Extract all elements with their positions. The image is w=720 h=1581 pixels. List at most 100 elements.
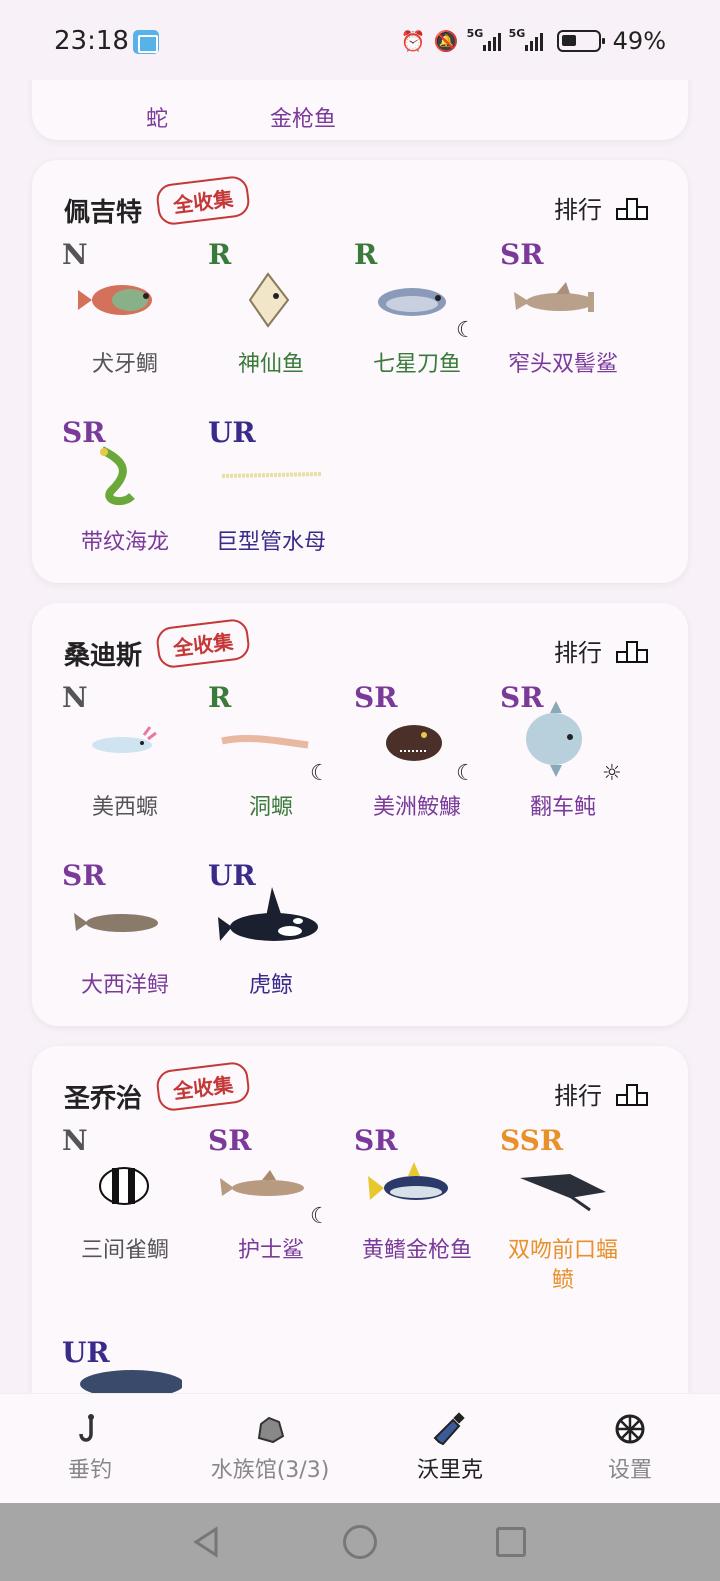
tab-settings[interactable]: 设置 [540, 1394, 720, 1503]
fish-item-olm[interactable]: R ☾ 洞螈 [198, 681, 344, 851]
tab-aquarium[interactable]: 水族馆(3/3) [180, 1394, 360, 1503]
fish-sprite-icon [221, 734, 309, 749]
fish-name: 黄鳍金枪鱼 [361, 1238, 472, 1263]
fish-name: 三间雀鲷 [80, 1238, 169, 1263]
rank-button[interactable]: 排行 [554, 190, 648, 225]
fish-sprite-icon [78, 285, 152, 315]
status-bar: 23:18 ⏰ 🔕 5G 5G 49% [0, 0, 720, 80]
fish-item-anglerfish[interactable]: SR ☾ 美洲鮟鱇 [344, 681, 490, 851]
podium-icon [616, 1082, 648, 1106]
status-icons: ⏰ 🔕 5G 5G 49% [401, 26, 666, 56]
fish-name-line2: 鲼 [551, 1268, 574, 1293]
fishing-hook-icon [79, 1414, 94, 1442]
tab-warwick[interactable]: 沃里克 [360, 1394, 540, 1503]
fish-item-seadragon[interactable]: SR 带纹海龙 [52, 416, 198, 586]
region-card-paget: 佩吉特 全收集 排行 N 犬牙鲷 R 神仙鱼 R ☾ 七星刀鱼 SR 窄头双髻鲨… [32, 160, 688, 583]
sun-icon: ☼ [602, 761, 622, 786]
complete-badge: 全收集 [154, 174, 252, 227]
fish-name: 犬牙鲷 [91, 352, 158, 377]
system-nav-bar [0, 1503, 720, 1581]
bottle-icon [433, 1412, 465, 1446]
region-title: 佩吉特 [64, 198, 143, 228]
fish-name: 洞螈 [248, 795, 293, 820]
fish-item-angelfish[interactable]: R 神仙鱼 [198, 238, 344, 408]
signal-icon: 5G [467, 27, 501, 51]
fish-item-siphonophore[interactable]: UR 巨型管水母 [198, 416, 344, 586]
tab-fishing[interactable]: 垂钓 [0, 1394, 180, 1503]
status-time: 23:18 [54, 26, 129, 56]
region-card-sandys: 桑迪斯 全收集 排行 N 美西螈 R ☾ 洞螈 SR ☾ 美洲鮟鱇 SR ☼ 翻… [32, 603, 688, 1026]
rank-button[interactable]: 排行 [554, 633, 648, 668]
rock-icon [257, 1416, 285, 1444]
fish-name: 窄头双髻鲨 [507, 352, 618, 377]
fish-item-hammerhead[interactable]: SR 窄头双髻鲨 [490, 238, 636, 408]
battery-percent: 49% [612, 27, 666, 55]
signal-label: 5G [466, 27, 484, 40]
fish-item-dogtooth-snapper[interactable]: N 犬牙鲷 [52, 238, 198, 408]
complete-badge: 全收集 [154, 1060, 252, 1113]
fish-sprite-icon [100, 446, 135, 506]
fish-name: 巨型管水母 [215, 530, 326, 555]
fish-item-clown-knifefish[interactable]: R ☾ 七星刀鱼 [344, 238, 490, 408]
tab-label: 设置 [607, 1458, 652, 1483]
moon-icon: ☾ [456, 761, 476, 786]
battery-icon [556, 30, 605, 52]
fish-sprite-icon [378, 288, 446, 316]
fish-sprite-icon [99, 1167, 149, 1205]
fish-sprite-icon [248, 272, 290, 328]
signal-icon-2: 5G [509, 27, 543, 51]
moon-icon: ☾ [310, 761, 330, 786]
fish-item-sturgeon[interactable]: SR 大西洋鲟 [52, 859, 198, 1029]
region-title: 圣乔治 [64, 1084, 143, 1114]
region-card-st-georges: 圣乔治 全收集 排行 N 三间雀鲷 SR ☾ 护士鲨 SR 黄鳍金枪鱼 SSR … [32, 1046, 688, 1446]
fish-name: 双吻前口蝠 [507, 1238, 618, 1263]
signal-label-2: 5G [508, 27, 526, 40]
tab-label: 水族馆(3/3) [210, 1458, 330, 1483]
fish-item-axolotl[interactable]: N 美西螈 [52, 681, 198, 851]
moon-icon: ☾ [310, 1204, 330, 1229]
rank-label: 排行 [554, 196, 602, 224]
moon-icon: ☾ [456, 318, 476, 343]
fish-sprite-icon [221, 472, 323, 478]
fish-item-nurse-shark[interactable]: SR ☾ 护士鲨 [198, 1124, 344, 1294]
fish-name: 美西螈 [91, 795, 158, 820]
fish-name: 金枪鱼 [269, 107, 336, 132]
fish-item-yellowfin-tuna[interactable]: SR 黄鳍金枪鱼 [344, 1124, 490, 1294]
fish-name: 神仙鱼 [237, 352, 304, 377]
alarm-icon: ⏰ [400, 29, 426, 53]
rank-button[interactable]: 排行 [554, 1076, 648, 1111]
fish-item-orca[interactable]: UR 虎鲸 [198, 859, 344, 1029]
fish-name: 带纹海龙 [80, 530, 169, 555]
region-title: 桑迪斯 [64, 641, 143, 671]
fish-name: 翻车鲀 [529, 795, 596, 820]
book-app-icon [133, 30, 159, 54]
fish-name: 蛇 [145, 107, 168, 132]
fish-name: 七星刀鱼 [372, 352, 461, 377]
fish-sprite-icon [220, 1170, 304, 1196]
fish-sprite-icon [74, 913, 158, 932]
podium-icon [616, 196, 648, 220]
fish-item-devil-ray[interactable]: SSR 双吻前口蝠 鲼 [490, 1124, 636, 1324]
fish-sprite-icon [92, 726, 157, 753]
bottom-nav: 垂钓 水族馆(3/3) 沃里克 设置 [0, 1393, 720, 1503]
fish-name: 护士鲨 [237, 1238, 304, 1263]
tab-label: 垂钓 [67, 1458, 112, 1483]
fish-name: 大西洋鲟 [80, 973, 169, 998]
back-icon[interactable] [190, 1525, 224, 1559]
recents-icon[interactable] [496, 1527, 526, 1557]
fish-sprite-icon [368, 1162, 448, 1200]
fish-sprite-icon [526, 701, 582, 777]
fish-item-sunfish[interactable]: SR ☼ 翻车鲀 [490, 681, 636, 851]
fish-name: 虎鲸 [248, 973, 293, 998]
fish-item-humbug-damselfish[interactable]: N 三间雀鲷 [52, 1124, 198, 1294]
mute-icon: 🔕 [433, 29, 459, 53]
home-icon[interactable] [343, 1525, 377, 1559]
fish-sprite-icon [218, 887, 318, 941]
complete-badge: 全收集 [154, 617, 252, 670]
rank-label: 排行 [554, 639, 602, 667]
podium-icon [616, 639, 648, 663]
rank-label: 排行 [554, 1082, 602, 1110]
fish-name: 美洲鮟鱇 [372, 795, 461, 820]
tab-label: 沃里克 [416, 1458, 483, 1483]
fish-sprite-icon [386, 725, 442, 761]
